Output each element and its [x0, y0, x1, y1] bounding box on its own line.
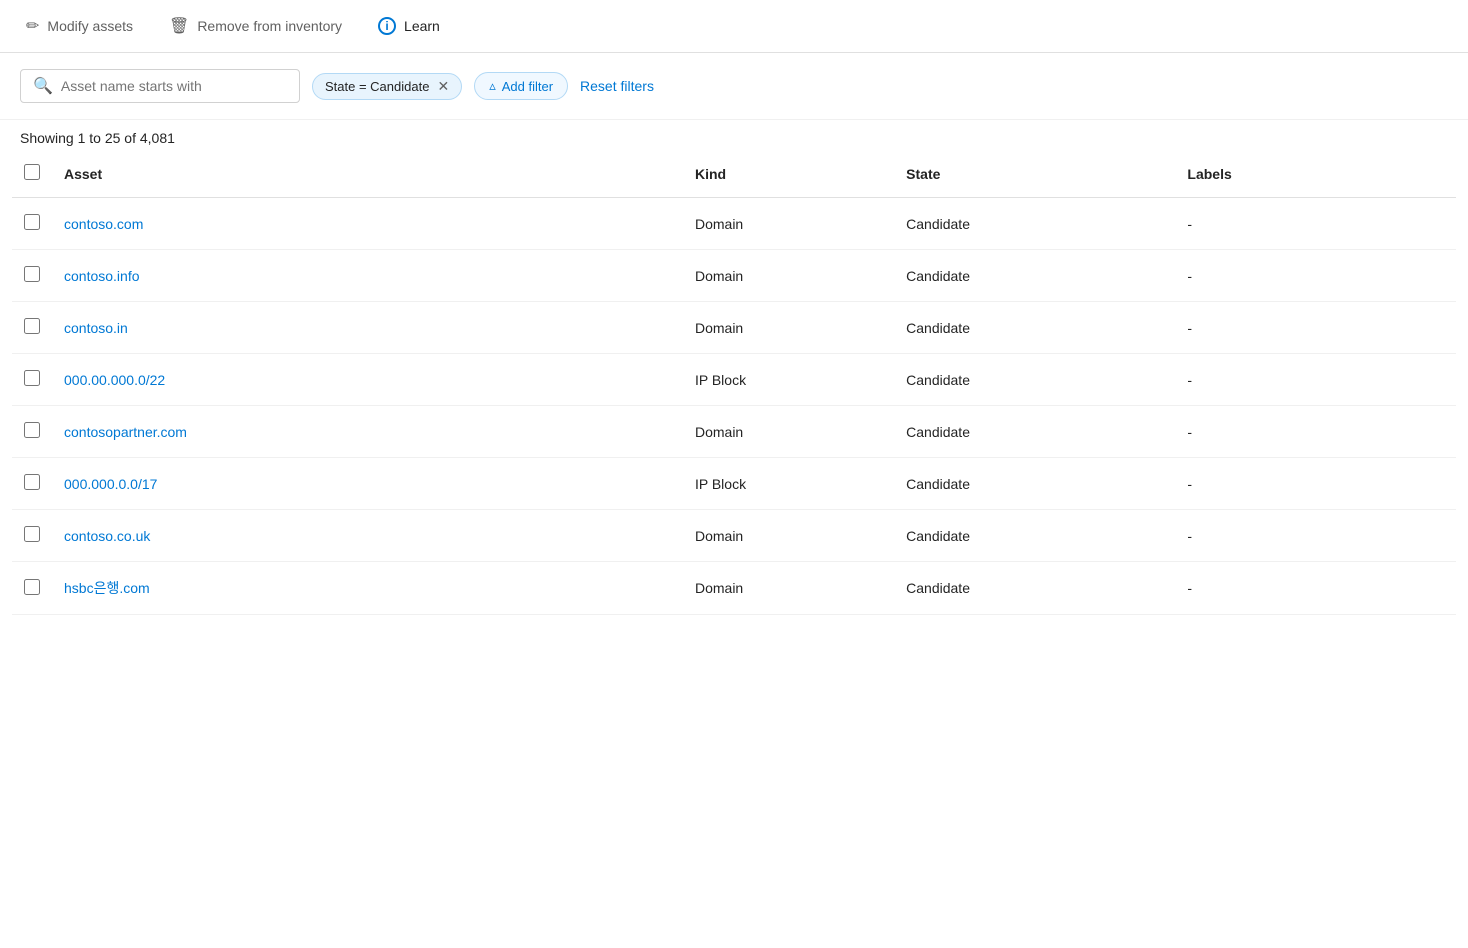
labels-cell: -: [1175, 562, 1456, 615]
state-filter-label: State = Candidate: [325, 79, 429, 94]
kind-cell: Domain: [683, 510, 894, 562]
asset-link[interactable]: hsbc은행.com: [64, 580, 150, 596]
learn-button[interactable]: i Learn: [372, 13, 446, 39]
search-box[interactable]: 🔍: [20, 69, 300, 103]
table-body: contoso.com Domain Candidate - contoso.i…: [12, 198, 1456, 615]
asset-cell: contoso.co.uk: [52, 510, 683, 562]
asset-link[interactable]: 000.00.000.0/22: [64, 372, 165, 388]
row-checkbox-cell[interactable]: [12, 302, 52, 354]
select-all-checkbox[interactable]: [24, 164, 40, 180]
row-checkbox-cell[interactable]: [12, 510, 52, 562]
kind-cell: Domain: [683, 562, 894, 615]
asset-link[interactable]: contoso.info: [64, 268, 140, 284]
table-row: 000.000.0.0/17 IP Block Candidate -: [12, 458, 1456, 510]
pencil-icon: ✏: [26, 16, 39, 36]
table-row: hsbc은행.com Domain Candidate -: [12, 562, 1456, 615]
row-checkbox[interactable]: [24, 526, 40, 542]
state-cell: Candidate: [894, 198, 1175, 250]
asset-cell: hsbc은행.com: [52, 562, 683, 615]
asset-link[interactable]: contoso.in: [64, 320, 128, 336]
state-cell: Candidate: [894, 406, 1175, 458]
row-checkbox[interactable]: [24, 579, 40, 595]
modify-assets-label: Modify assets: [47, 18, 133, 34]
labels-cell: -: [1175, 406, 1456, 458]
add-filter-button[interactable]: ▵ Add filter: [474, 72, 568, 100]
asset-cell: contoso.com: [52, 198, 683, 250]
kind-cell: Domain: [683, 302, 894, 354]
row-checkbox[interactable]: [24, 266, 40, 282]
table-row: 000.00.000.0/22 IP Block Candidate -: [12, 354, 1456, 406]
labels-cell: -: [1175, 198, 1456, 250]
state-cell: Candidate: [894, 354, 1175, 406]
row-checkbox-cell[interactable]: [12, 198, 52, 250]
toolbar: ✏ Modify assets 🗑 Remove from inventory …: [0, 0, 1468, 53]
row-checkbox[interactable]: [24, 474, 40, 490]
asset-cell: 000.000.0.0/17: [52, 458, 683, 510]
labels-column-header: Labels: [1175, 150, 1456, 198]
assets-table-container: Asset Kind State Labels contoso.com: [0, 150, 1468, 615]
kind-column-header: Kind: [683, 150, 894, 198]
trash-icon: 🗑: [169, 16, 189, 36]
kind-cell: IP Block: [683, 354, 894, 406]
asset-column-header: Asset: [52, 150, 683, 198]
state-filter-close-button[interactable]: ✕: [437, 79, 449, 93]
search-icon: 🔍: [33, 76, 53, 96]
kind-cell: Domain: [683, 406, 894, 458]
info-icon: i: [378, 17, 396, 35]
learn-label: Learn: [404, 18, 440, 34]
table-row: contoso.com Domain Candidate -: [12, 198, 1456, 250]
table-header-row: Asset Kind State Labels: [12, 150, 1456, 198]
asset-link[interactable]: contoso.com: [64, 216, 143, 232]
asset-cell: 000.00.000.0/22: [52, 354, 683, 406]
asset-cell: contoso.in: [52, 302, 683, 354]
assets-table: Asset Kind State Labels contoso.com: [12, 150, 1456, 615]
state-cell: Candidate: [894, 562, 1175, 615]
select-all-header[interactable]: [12, 150, 52, 198]
row-checkbox-cell[interactable]: [12, 406, 52, 458]
state-cell: Candidate: [894, 250, 1175, 302]
remove-from-inventory-button[interactable]: 🗑 Remove from inventory: [163, 12, 348, 40]
asset-link[interactable]: 000.000.0.0/17: [64, 476, 157, 492]
funnel-icon: ▵: [489, 78, 496, 94]
modify-assets-button[interactable]: ✏ Modify assets: [20, 12, 139, 40]
showing-count: Showing 1 to 25 of 4,081: [0, 120, 1468, 150]
kind-cell: Domain: [683, 250, 894, 302]
asset-link[interactable]: contoso.co.uk: [64, 528, 150, 544]
labels-cell: -: [1175, 250, 1456, 302]
asset-link[interactable]: contosopartner.com: [64, 424, 187, 440]
row-checkbox[interactable]: [24, 422, 40, 438]
remove-label: Remove from inventory: [197, 18, 342, 34]
row-checkbox[interactable]: [24, 214, 40, 230]
table-row: contoso.co.uk Domain Candidate -: [12, 510, 1456, 562]
state-cell: Candidate: [894, 510, 1175, 562]
labels-cell: -: [1175, 302, 1456, 354]
reset-filters-label: Reset filters: [580, 78, 654, 94]
row-checkbox[interactable]: [24, 370, 40, 386]
state-column-header: State: [894, 150, 1175, 198]
kind-cell: Domain: [683, 198, 894, 250]
state-cell: Candidate: [894, 302, 1175, 354]
row-checkbox-cell[interactable]: [12, 562, 52, 615]
labels-cell: -: [1175, 510, 1456, 562]
search-input[interactable]: [61, 78, 287, 94]
state-cell: Candidate: [894, 458, 1175, 510]
asset-cell: contosopartner.com: [52, 406, 683, 458]
labels-cell: -: [1175, 354, 1456, 406]
table-row: contoso.in Domain Candidate -: [12, 302, 1456, 354]
row-checkbox[interactable]: [24, 318, 40, 334]
row-checkbox-cell[interactable]: [12, 250, 52, 302]
kind-cell: IP Block: [683, 458, 894, 510]
reset-filters-button[interactable]: Reset filters: [580, 78, 654, 94]
add-filter-label: Add filter: [502, 79, 553, 94]
asset-cell: contoso.info: [52, 250, 683, 302]
state-filter-chip: State = Candidate ✕: [312, 73, 462, 100]
labels-cell: -: [1175, 458, 1456, 510]
row-checkbox-cell[interactable]: [12, 354, 52, 406]
table-row: contosopartner.com Domain Candidate -: [12, 406, 1456, 458]
filter-bar: 🔍 State = Candidate ✕ ▵ Add filter Reset…: [0, 53, 1468, 120]
table-row: contoso.info Domain Candidate -: [12, 250, 1456, 302]
row-checkbox-cell[interactable]: [12, 458, 52, 510]
